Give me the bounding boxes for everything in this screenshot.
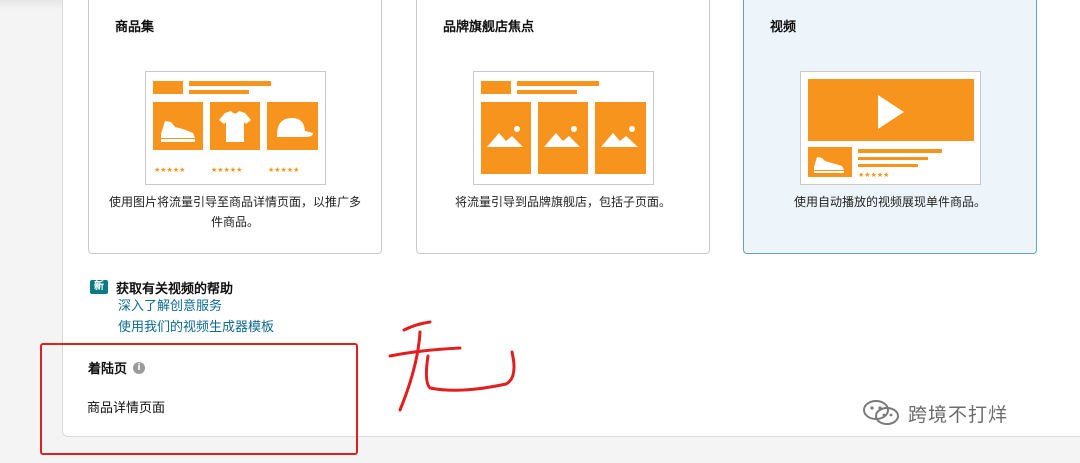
help-title: 获取有关视频的帮助 [116,281,234,297]
card-description: 将流量引导到品牌旗舰店，包括子页面。 [454,195,671,209]
card-title: 视频 [770,20,797,35]
card-video[interactable]: 视频 ★★★★★ 使用自动播放的视频展现单件商品。 [743,0,1037,254]
svg-text:★★★★★: ★★★★★ [858,171,889,179]
landing-page-value: 商品详情页面 [87,401,166,416]
product-collection-illustration: ★★★★★ ★★★★★ ★★★★★ [145,71,326,185]
link-video-builder-templates[interactable]: 使用我们的视频生成器模板 [118,317,274,338]
link-creative-services[interactable]: 深入了解创意服务 [118,296,274,317]
info-icon[interactable]: i [133,361,146,374]
card-description: 使用自动播放的视频展现单件商品。 [793,195,986,209]
card-title: 商品集 [115,20,155,35]
stage: 商品集 ★★★★★ ★★★★★ ★★★★★ 使用图片将流量引导至商品详情页面，以… [0,0,1080,463]
card-title: 品牌旗舰店焦点 [443,20,535,35]
watermark-text: 跨境不打烊 [908,403,1009,426]
wechat-icon [863,400,899,425]
svg-text:★★★★★: ★★★★★ [268,166,299,174]
card-product-collection[interactable]: 商品集 ★★★★★ ★★★★★ ★★★★★ 使用图片将流量引导至商品详情页面，以… [88,0,382,254]
card-description: 使用图片将流量引导至商品详情页面，以推广多件商品。 [109,195,362,229]
landing-page-label: 着陆页 i [88,358,146,377]
landing-page-label-text: 着陆页 [88,362,128,377]
card-store-spotlight[interactable]: 品牌旗舰店焦点 将流量引导到品牌旗舰店，包括子页面。 [416,0,710,254]
new-badge: 新 [90,280,108,294]
svg-text:★★★★★: ★★★★★ [154,166,185,174]
store-spotlight-illustration [473,71,654,185]
watermark: 跨境不打烊 [862,398,1008,428]
video-illustration: ★★★★★ [800,71,981,185]
svg-text:★★★★★: ★★★★★ [211,166,242,174]
video-help-section: 新 获取有关视频的帮助 深入了解创意服务 使用我们的视频生成器模板 [90,278,274,338]
handwritten-annotation: 无 [388,320,516,412]
